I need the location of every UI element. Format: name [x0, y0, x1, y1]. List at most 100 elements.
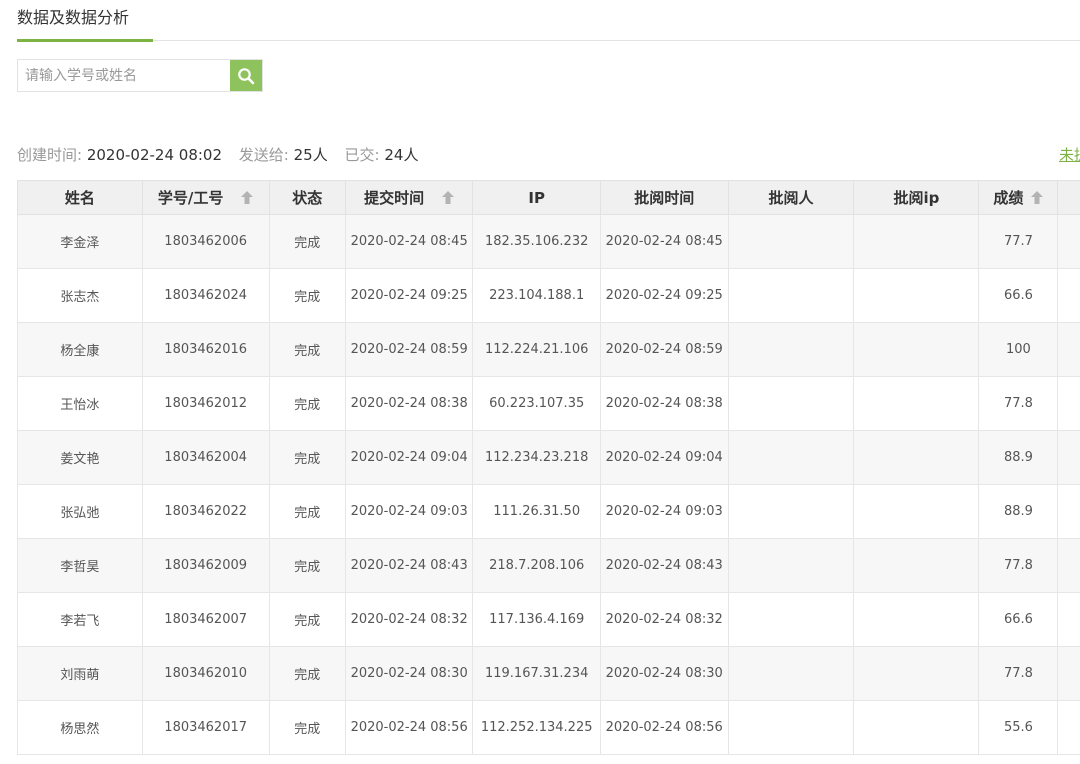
cell-status: 完成 — [268, 214, 346, 269]
cell-ip: 111.26.31.50 — [472, 484, 601, 539]
cell-ip: 218.7.208.106 — [472, 538, 601, 593]
cell-review-ip — [853, 322, 980, 377]
page: 数据及数据分析 创建时间: 2020-02-24 08:02 发送给: 25人 … — [0, 0, 1080, 764]
cell-overflow — [1057, 700, 1080, 755]
cell-ip: 112.234.23.218 — [472, 430, 601, 485]
cell-overflow — [1057, 538, 1080, 593]
cell-review-time: 2020-02-24 08:56 — [599, 700, 729, 755]
table-row[interactable]: 杨思然 1803462017 完成 2020-02-24 08:56 112.252.1… — [17, 700, 1080, 755]
cell-overflow — [1057, 268, 1080, 323]
column-header-score-label: 成绩 — [993, 189, 1024, 207]
column-header-ip-label: IP — [528, 188, 545, 207]
sort-up-arrow-icon[interactable] — [241, 190, 254, 208]
cell-ip: 119.167.31.234 — [472, 646, 601, 701]
cell-submit-time: 2020-02-24 08:45 — [344, 214, 474, 269]
column-header-review-ip-label: 批阅ip — [893, 189, 940, 207]
table-row[interactable]: 刘雨萌 1803462010 完成 2020-02-24 08:30 119.167.3… — [17, 646, 1080, 701]
cell-score: 77.8 — [978, 538, 1059, 593]
cell-ip: 112.252.134.225 — [472, 700, 601, 755]
column-header-overflow — [1057, 180, 1080, 215]
cell-name: 杨全康 — [17, 322, 143, 377]
tab-data-analysis[interactable]: 数据及数据分析 — [17, 7, 129, 29]
search-input[interactable] — [18, 60, 230, 91]
search-box — [17, 59, 263, 92]
results-table-container: 姓名 学号/工号 状态 提交时间 IP 批阅时间 批阅人 批阅ip 成绩 李金泽… — [17, 180, 1080, 755]
sort-up-arrow-icon[interactable] — [442, 190, 455, 208]
table-row[interactable]: 李哲昊 1803462009 完成 2020-02-24 08:43 218.7.208… — [17, 538, 1080, 593]
cell-name: 李金泽 — [17, 214, 143, 269]
cell-name: 李哲昊 — [17, 538, 143, 593]
column-header-name-label: 姓名 — [64, 189, 95, 207]
table-header-row: 姓名 学号/工号 状态 提交时间 IP 批阅时间 批阅人 批阅ip 成绩 — [17, 180, 1080, 215]
unsubmitted-link[interactable]: 未提交 — [1059, 144, 1080, 166]
table-row[interactable]: 张弘弛 1803462022 完成 2020-02-24 09:03 111.26.31… — [17, 484, 1080, 539]
cell-id: 1803462010 — [141, 646, 270, 701]
cell-id: 1803462012 — [141, 376, 270, 431]
cell-submit-time: 2020-02-24 09:04 — [344, 430, 474, 485]
cell-ip: 60.223.107.35 — [472, 376, 601, 431]
cell-name: 刘雨萌 — [17, 646, 143, 701]
cell-review-ip — [853, 538, 980, 593]
cell-id: 1803462007 — [141, 592, 270, 647]
cell-submit-time: 2020-02-24 09:25 — [344, 268, 474, 323]
cell-review-ip — [853, 700, 980, 755]
sort-up-arrow-icon[interactable] — [1031, 190, 1044, 208]
cell-review-ip — [853, 484, 980, 539]
cell-review-ip — [853, 214, 980, 269]
sent-to-label: 发送给: — [238, 146, 289, 164]
column-header-submit-time-label: 提交时间 — [364, 189, 425, 207]
cell-status: 完成 — [268, 646, 346, 701]
cell-submit-time: 2020-02-24 08:32 — [344, 592, 474, 647]
cell-review-time: 2020-02-24 08:59 — [599, 322, 729, 377]
table-row[interactable]: 姜文艳 1803462004 完成 2020-02-24 09:04 112.234.2… — [17, 430, 1080, 485]
cell-score: 66.6 — [978, 592, 1059, 647]
cell-status: 完成 — [268, 538, 346, 593]
cell-review-time: 2020-02-24 09:04 — [599, 430, 729, 485]
cell-review-ip — [853, 268, 980, 323]
cell-id: 1803462024 — [141, 268, 270, 323]
cell-review-time: 2020-02-24 08:32 — [599, 592, 729, 647]
active-tab-indicator — [17, 39, 153, 42]
column-header-status-label: 状态 — [292, 189, 323, 207]
cell-score: 88.9 — [978, 430, 1059, 485]
table-row[interactable]: 李若飞 1803462007 完成 2020-02-24 08:32 117.136.4… — [17, 592, 1080, 647]
table-row[interactable]: 王怡冰 1803462012 完成 2020-02-24 08:38 60.223.10… — [17, 376, 1080, 431]
table-row[interactable]: 杨全康 1803462016 完成 2020-02-24 08:59 112.224.2… — [17, 322, 1080, 377]
table-row[interactable]: 张志杰 1803462024 完成 2020-02-24 09:25 223.104.1… — [17, 268, 1080, 323]
cell-score: 88.9 — [978, 484, 1059, 539]
cell-status: 完成 — [268, 592, 346, 647]
cell-status: 完成 — [268, 268, 346, 323]
column-header-reviewer-label: 批阅人 — [768, 189, 814, 207]
created-time-value: 2020-02-24 08:02 — [86, 146, 223, 164]
cell-name: 张志杰 — [17, 268, 143, 323]
cell-status: 完成 — [268, 376, 346, 431]
cell-name: 姜文艳 — [17, 430, 143, 485]
column-header-submit-time[interactable]: 提交时间 — [344, 180, 474, 215]
column-header-score[interactable]: 成绩 — [978, 180, 1059, 215]
cell-review-ip — [853, 376, 980, 431]
created-time-label: 创建时间: — [17, 146, 83, 164]
cell-overflow — [1057, 646, 1080, 701]
cell-review-time: 2020-02-24 08:30 — [599, 646, 729, 701]
cell-reviewer — [727, 322, 855, 377]
column-header-name: 姓名 — [17, 180, 143, 215]
cell-submit-time: 2020-02-24 08:59 — [344, 322, 474, 377]
table-row[interactable]: 李金泽 1803462006 完成 2020-02-24 08:45 182.35.10… — [17, 214, 1080, 269]
column-header-review-ip: 批阅ip — [853, 180, 980, 215]
cell-reviewer — [727, 700, 855, 755]
table-body: 李金泽 1803462006 完成 2020-02-24 08:45 182.35.10… — [17, 214, 1080, 755]
search-button[interactable] — [230, 60, 262, 91]
column-header-reviewer: 批阅人 — [727, 180, 855, 215]
cell-review-time: 2020-02-24 08:38 — [599, 376, 729, 431]
cell-submit-time: 2020-02-24 08:43 — [344, 538, 474, 593]
cell-overflow — [1057, 214, 1080, 269]
cell-id: 1803462022 — [141, 484, 270, 539]
cell-id: 1803462017 — [141, 700, 270, 755]
cell-reviewer — [727, 484, 855, 539]
cell-reviewer — [727, 430, 855, 485]
cell-reviewer — [727, 376, 855, 431]
column-header-id[interactable]: 学号/工号 — [141, 180, 270, 215]
cell-status: 完成 — [268, 484, 346, 539]
cell-ip: 117.136.4.169 — [472, 592, 601, 647]
cell-review-time: 2020-02-24 09:03 — [599, 484, 729, 539]
